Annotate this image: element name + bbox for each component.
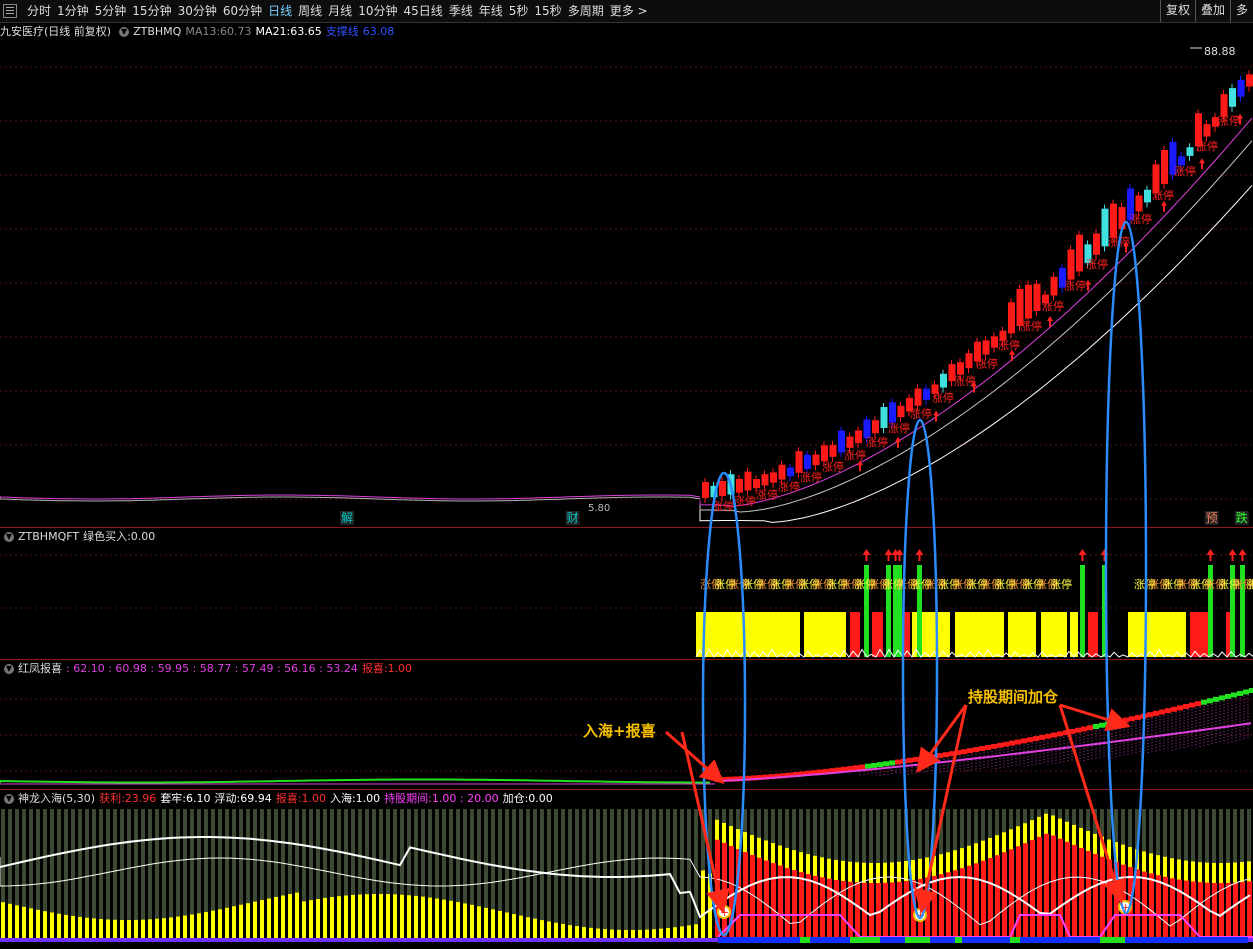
annotation-enter: 入海+报喜 [583,722,656,740]
annotation-arrow-1 [680,731,730,914]
annotation-overlay [665,220,1148,937]
annotation-arrow-4 [1059,703,1131,732]
annotation-add: 持股期间加仓 [968,688,1059,706]
highlight-ellipse-2 [1104,220,1148,915]
highlight-ellipse-0 [701,471,747,937]
highlight-ellipse-1 [901,418,939,920]
annotation-arrow-0 [665,730,725,784]
